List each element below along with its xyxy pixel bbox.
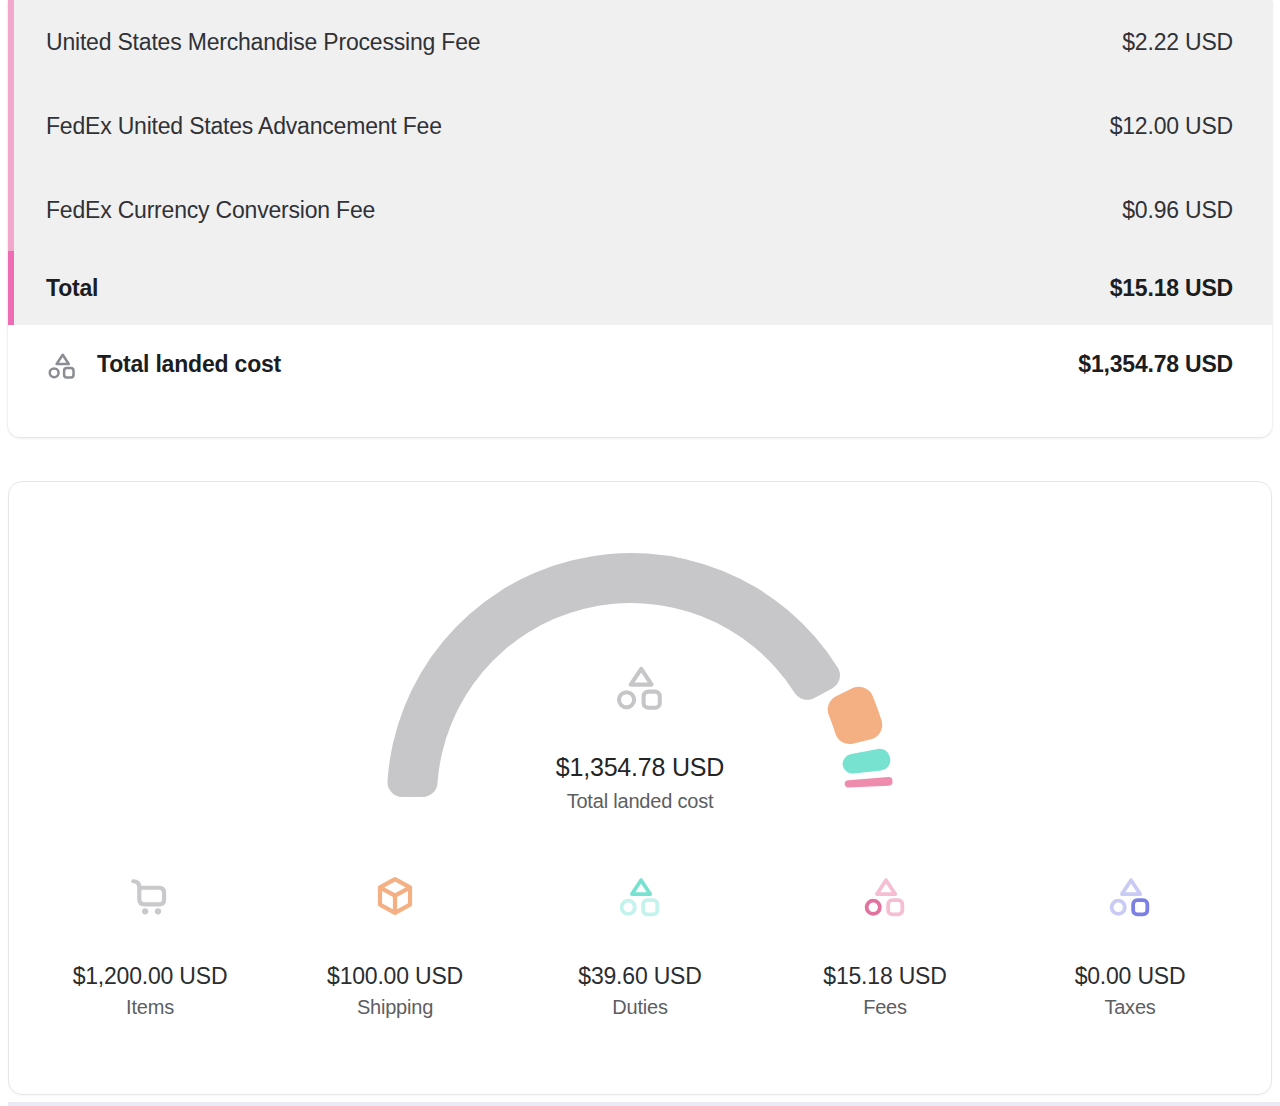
landed-cost-value: $1,354.78 USD <box>1078 349 1233 379</box>
legend-label: Fees <box>763 995 1008 1019</box>
legend-item-taxes: $0.00 USD Taxes <box>1008 877 1253 1019</box>
legend-value: $100.00 USD <box>273 962 518 990</box>
cart-icon <box>129 876 171 918</box>
fee-total-row: Total $15.18 USD <box>14 252 1272 325</box>
legend-label: Items <box>28 995 273 1019</box>
fee-row-label: United States Merchandise Processing Fee <box>46 29 480 56</box>
landed-cost-row: Total landed cost $1,354.78 USD <box>8 325 1272 437</box>
shapes-icon <box>616 698 664 715</box>
legend-value: $15.18 USD <box>763 962 1008 990</box>
shapes-icon <box>48 352 76 380</box>
gauge-legend: $1,200.00 USD Items $100.00 USD Shipping… <box>9 877 1271 1019</box>
box-icon <box>375 877 415 917</box>
landed-cost-label: Total landed cost <box>97 349 281 379</box>
shapes-icon <box>619 876 661 918</box>
legend-label: Duties <box>518 995 763 1019</box>
legend-value: $39.60 USD <box>518 962 763 990</box>
fee-row-label: FedEx United States Advancement Fee <box>46 113 442 140</box>
fee-summary-card: United States Merchandise Processing Fee… <box>8 0 1272 437</box>
shapes-icon <box>48 352 76 384</box>
accent-bar-light <box>8 0 14 251</box>
legend-label: Shipping <box>273 995 518 1019</box>
accent-bar-dark <box>8 251 14 325</box>
fee-row-label: FedEx Currency Conversion Fee <box>46 197 375 224</box>
legend-item-duties: $39.60 USD Duties <box>518 877 763 1019</box>
fee-row-value: $2.22 USD <box>1122 29 1233 56</box>
fee-row: FedEx Currency Conversion Fee $0.96 USD <box>14 168 1272 252</box>
fee-row: United States Merchandise Processing Fee… <box>14 0 1272 84</box>
fee-row-value: $0.96 USD <box>1122 197 1233 224</box>
legend-item-fees: $15.18 USD Fees <box>763 877 1008 1019</box>
accent-bar <box>8 0 14 325</box>
gauge-center-label: Total landed cost <box>9 789 1271 813</box>
legend-item-items: $1,200.00 USD Items <box>28 877 273 1019</box>
fee-total-label: Total <box>46 275 98 302</box>
fee-table: United States Merchandise Processing Fee… <box>8 0 1272 325</box>
fee-row-value: $12.00 USD <box>1110 113 1233 140</box>
gauge-center: $1,354.78 USD Total landed cost <box>9 664 1271 813</box>
fee-row: FedEx United States Advancement Fee $12.… <box>14 84 1272 168</box>
gauge-center-value: $1,354.78 USD <box>9 752 1271 782</box>
legend-value: $0.00 USD <box>1008 962 1253 990</box>
shapes-icon <box>616 664 664 712</box>
fee-total-value: $15.18 USD <box>1110 275 1233 302</box>
gauge-card: $1,354.78 USD Total landed cost $1,200.0… <box>8 481 1272 1095</box>
legend-label: Taxes <box>1008 995 1253 1019</box>
shapes-icon <box>1109 876 1151 918</box>
shapes-icon <box>864 876 906 918</box>
bottom-edge <box>8 1102 1280 1106</box>
legend-item-shipping: $100.00 USD Shipping <box>273 877 518 1019</box>
legend-value: $1,200.00 USD <box>28 962 273 990</box>
